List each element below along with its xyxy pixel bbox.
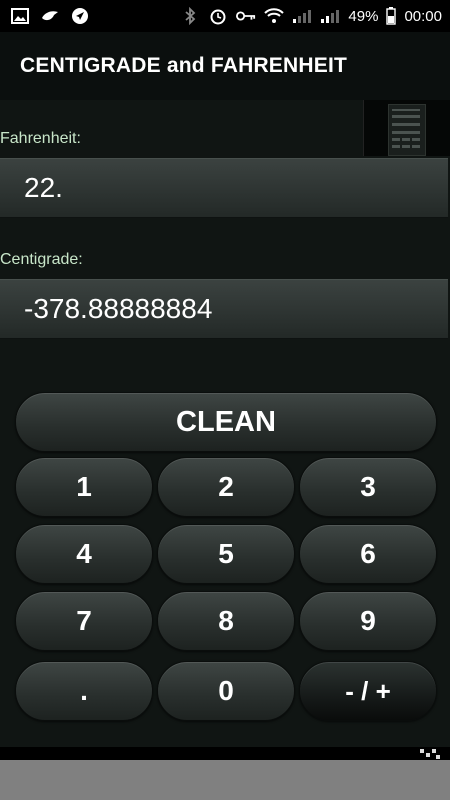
centigrade-label: Centigrade: xyxy=(0,251,83,268)
bottom-overlay xyxy=(0,760,450,800)
fahrenheit-label: Fahrenheit: xyxy=(0,130,81,147)
status-bar: 49% 00:00 xyxy=(0,0,450,32)
signal-icon-2 xyxy=(320,6,340,26)
clean-button[interactable]: CLEAN xyxy=(15,392,437,452)
centigrade-output[interactable]: -378.88888884 xyxy=(0,279,448,339)
alarm-icon xyxy=(208,6,228,26)
key-icon xyxy=(236,6,256,26)
app-root: 49% 00:00 CENTIGRADE and FAHRENHEIT Fahr… xyxy=(0,0,450,800)
navigation-bar xyxy=(0,747,450,760)
key-6-button[interactable]: 6 xyxy=(299,524,437,584)
key-4-button[interactable]: 4 xyxy=(15,524,153,584)
key-8-button[interactable]: 8 xyxy=(157,591,295,651)
key-3-button[interactable]: 3 xyxy=(299,457,437,517)
fahrenheit-input[interactable]: 22. xyxy=(0,158,448,218)
battery-icon xyxy=(386,6,397,26)
wifi-icon xyxy=(264,6,285,26)
key-7-button[interactable]: 7 xyxy=(15,591,153,651)
bird-icon xyxy=(40,6,60,26)
title-bar: CENTIGRADE and FAHRENHEIT xyxy=(0,32,450,100)
battery-percent: 49% xyxy=(348,7,379,25)
decimal-point-button[interactable]: . xyxy=(15,661,153,721)
navigation-icon xyxy=(70,6,90,26)
clock-time: 00:00 xyxy=(404,7,442,25)
sign-toggle-button[interactable]: - / + xyxy=(299,661,437,721)
key-0-button[interactable]: 0 xyxy=(157,661,295,721)
key-2-button[interactable]: 2 xyxy=(157,457,295,517)
key-5-button[interactable]: 5 xyxy=(157,524,295,584)
preview-thumbnail[interactable] xyxy=(363,100,450,156)
thumbnail-screen xyxy=(388,104,426,156)
key-1-button[interactable]: 1 xyxy=(15,457,153,517)
image-icon xyxy=(10,6,30,26)
page-title: CENTIGRADE and FAHRENHEIT xyxy=(20,54,348,77)
signal-icon xyxy=(292,6,312,26)
key-9-button[interactable]: 9 xyxy=(299,591,437,651)
bluetooth-icon xyxy=(180,6,200,26)
